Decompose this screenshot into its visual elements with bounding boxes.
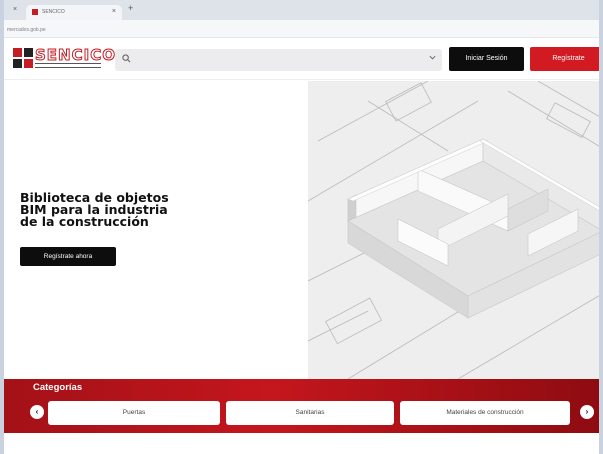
sencico-logo[interactable]: SENCICO <box>13 46 115 70</box>
category-card-puertas[interactable]: Puertas <box>48 401 220 425</box>
logo-mark-icon <box>13 48 33 68</box>
register-now-button[interactable]: Regístrate ahora <box>20 247 116 266</box>
prev-arrow-button[interactable]: ‹ <box>30 405 44 419</box>
hero-title-line: de la construcción <box>20 214 149 229</box>
new-tab-button[interactable]: + <box>128 4 133 13</box>
categories-section: Categorías ‹ Puertas Sanitarias Material… <box>4 379 599 433</box>
hero-section: Biblioteca de objetos BIM para la indust… <box>4 81 599 379</box>
login-button[interactable]: Iniciar Sesión <box>449 47 524 71</box>
register-button[interactable]: Regístrate <box>530 47 599 71</box>
category-card-sanitarias[interactable]: Sanitarias <box>226 401 394 425</box>
browser-tab-bar: × SENCICO × + <box>4 0 599 20</box>
hero-architecture-image <box>308 81 599 379</box>
logo-subtitle-lines <box>35 63 101 68</box>
page-bottom <box>4 433 599 454</box>
close-tab-icon[interactable]: × <box>112 8 116 15</box>
next-arrow-button[interactable]: › <box>580 405 594 419</box>
favicon-icon <box>32 9 38 15</box>
browser-window: × SENCICO × + mercados.gob.pe SENCICO In… <box>0 0 603 454</box>
logo-wordmark: SENCICO <box>35 46 116 65</box>
search-icon <box>122 54 131 65</box>
url-text[interactable]: mercados.gob.pe <box>7 27 46 33</box>
category-card-materiales[interactable]: Materiales de construcción <box>400 401 570 425</box>
search-bar[interactable] <box>115 49 442 71</box>
browser-tab[interactable]: SENCICO × <box>26 5 122 20</box>
chevron-down-icon[interactable] <box>429 54 436 63</box>
browser-tab-title: SENCICO <box>42 9 65 15</box>
close-tab-icon[interactable]: × <box>13 6 17 13</box>
hero-title: Biblioteca de objetos BIM para la indust… <box>20 191 190 229</box>
site-header: SENCICO Iniciar Sesión Regístrate <box>4 38 599 80</box>
address-bar[interactable]: mercados.gob.pe <box>4 20 599 38</box>
categories-title: Categorías <box>33 382 83 393</box>
